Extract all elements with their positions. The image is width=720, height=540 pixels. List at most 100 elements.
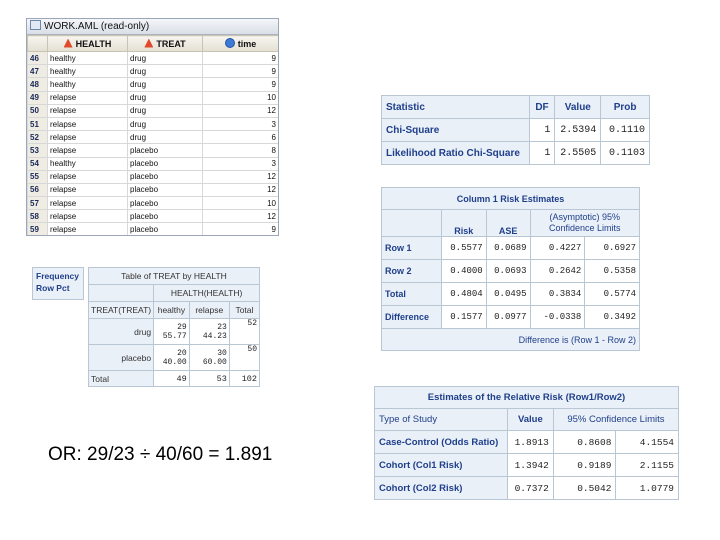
table-row[interactable]: 51 relapse drug 3: [27, 116, 278, 132]
corner-cell[interactable]: [27, 35, 48, 52]
table-row[interactable]: 48 healthy drug 9: [27, 77, 278, 92]
table-row[interactable]: 55 relapse placebo 12: [27, 169, 278, 184]
odds-ratio-formula: OR: 29/23 ÷ 40/60 = 1.891: [48, 444, 273, 465]
row-number[interactable]: 49: [27, 90, 48, 105]
cell-treat[interactable]: placebo: [127, 196, 203, 211]
row-number[interactable]: 59: [27, 222, 48, 235]
cell-health[interactable]: relapse: [47, 116, 128, 132]
cell-lo: 0.5042: [552, 476, 617, 500]
relative-risk-title: Estimates of the Relative Risk (Row1/Row…: [374, 386, 679, 409]
table-row[interactable]: 46 healthy drug 9: [27, 50, 278, 66]
cell-health[interactable]: relapse: [47, 209, 128, 224]
row-label: Cohort (Col1 Risk): [374, 453, 508, 477]
cell-health[interactable]: relapse: [47, 130, 128, 145]
cell-health[interactable]: relapse: [47, 182, 128, 198]
cell-health[interactable]: relapse: [47, 222, 128, 235]
table-row[interactable]: 57 relapse placebo 10: [27, 196, 278, 211]
cell-time[interactable]: 9: [202, 64, 278, 79]
cell-time[interactable]: 3: [202, 116, 278, 132]
row-number[interactable]: 58: [27, 209, 48, 224]
row-variable: TREAT(TREAT): [87, 301, 155, 319]
column-header-health[interactable]: HEALTH: [47, 35, 128, 52]
row-number[interactable]: 46: [27, 50, 48, 66]
cell-health[interactable]: healthy: [47, 77, 128, 92]
cell-treat[interactable]: placebo: [127, 222, 203, 235]
cell-treat[interactable]: placebo: [127, 156, 203, 171]
cell-health[interactable]: healthy: [47, 156, 128, 171]
table-row[interactable]: 59 relapse placebo 9: [27, 222, 278, 235]
viewer-titlebar[interactable]: WORK.AML (read-only): [27, 19, 278, 35]
numeric-column-icon: [224, 38, 235, 48]
cell-health[interactable]: healthy: [47, 50, 128, 66]
cell-treat[interactable]: drug: [127, 130, 203, 145]
cell-hi: 0.5358: [584, 259, 640, 283]
table-row: Chi-Square 1 2.5394 0.1110: [381, 118, 650, 142]
cell-time[interactable]: 9: [202, 222, 278, 235]
table-row[interactable]: 49 relapse drug 10: [27, 90, 278, 105]
col-statistic: Statistic: [381, 95, 530, 119]
cell-health[interactable]: relapse: [47, 143, 128, 158]
cell-treat[interactable]: drug: [127, 103, 203, 118]
cell-time[interactable]: 6: [202, 130, 278, 145]
table-row[interactable]: 52 relapse drug 6: [27, 130, 278, 145]
cell-treat[interactable]: placebo: [127, 182, 203, 198]
row-number[interactable]: 47: [27, 64, 48, 79]
table-row: Difference 0.1577 0.0977 -0.0338 0.3492: [381, 305, 640, 329]
table-row[interactable]: 54 healthy placebo 3: [27, 156, 278, 171]
viewer-title: WORK.AML (read-only): [44, 21, 150, 32]
row-number[interactable]: 57: [27, 196, 48, 211]
cell-time[interactable]: 12: [202, 182, 278, 198]
cell-health[interactable]: relapse: [47, 103, 128, 118]
cell-treat[interactable]: drug: [127, 77, 203, 92]
data-viewer-window[interactable]: WORK.AML (read-only) HEALTH TREAT time 4…: [26, 18, 279, 236]
cell-lo: 0.3834: [529, 282, 586, 306]
cell-c1: 29 55.77: [153, 318, 190, 345]
cell-ase: 0.0495: [485, 282, 531, 306]
column-header-treat[interactable]: TREAT: [127, 35, 203, 52]
cell-treat[interactable]: placebo: [127, 209, 203, 224]
row-number[interactable]: 52: [27, 130, 48, 145]
row-number[interactable]: 55: [27, 169, 48, 184]
row-number[interactable]: 54: [27, 156, 48, 171]
cell-hi: 0.5774: [584, 282, 640, 306]
cell-c2: 23 44.23: [188, 318, 230, 345]
cell-health[interactable]: relapse: [47, 196, 128, 211]
table-row[interactable]: 53 relapse placebo 8: [27, 143, 278, 158]
table-row[interactable]: 50 relapse drug 12: [27, 103, 278, 118]
frequency-value: 29: [177, 322, 187, 332]
cell-time[interactable]: 12: [202, 169, 278, 184]
cell-time[interactable]: 10: [202, 196, 278, 211]
row-number[interactable]: 51: [27, 116, 48, 132]
cell-time[interactable]: 12: [202, 103, 278, 118]
cell-ase: 0.0689: [485, 236, 531, 260]
cell-treat[interactable]: placebo: [127, 143, 203, 158]
table-row[interactable]: 47 healthy drug 9: [27, 64, 278, 79]
table-row[interactable]: 56 relapse placebo 12: [27, 182, 278, 198]
column-header-time[interactable]: time: [202, 35, 278, 52]
table-row: Likelihood Ratio Chi-Square 1 2.5505 0.1…: [381, 141, 650, 165]
cell-health[interactable]: relapse: [47, 90, 128, 105]
cell-treat[interactable]: drug: [127, 116, 203, 132]
cell-lo: -0.0338: [529, 305, 586, 329]
cell-time[interactable]: 8: [202, 143, 278, 158]
cell-time[interactable]: 12: [202, 209, 278, 224]
cell-time[interactable]: 9: [202, 50, 278, 66]
cell-time[interactable]: 9: [202, 77, 278, 92]
cell-treat[interactable]: placebo: [127, 169, 203, 184]
cell-health[interactable]: relapse: [47, 169, 128, 184]
table-row[interactable]: 58 relapse placebo 12: [27, 209, 278, 224]
row-label: Cohort (Col2 Risk): [374, 476, 508, 500]
cell-treat[interactable]: drug: [127, 90, 203, 105]
row-number[interactable]: 53: [27, 143, 48, 158]
cell-treat[interactable]: drug: [127, 50, 203, 66]
row-number[interactable]: 50: [27, 103, 48, 118]
cell-treat[interactable]: drug: [127, 64, 203, 79]
frequency-value: 23: [217, 322, 227, 332]
character-column-icon: [63, 38, 73, 48]
cell-health[interactable]: healthy: [47, 64, 128, 79]
cell-total: 50: [228, 344, 261, 371]
cell-time[interactable]: 3: [202, 156, 278, 171]
row-number[interactable]: 48: [27, 77, 48, 92]
row-number[interactable]: 56: [27, 182, 48, 198]
cell-time[interactable]: 10: [202, 90, 278, 105]
